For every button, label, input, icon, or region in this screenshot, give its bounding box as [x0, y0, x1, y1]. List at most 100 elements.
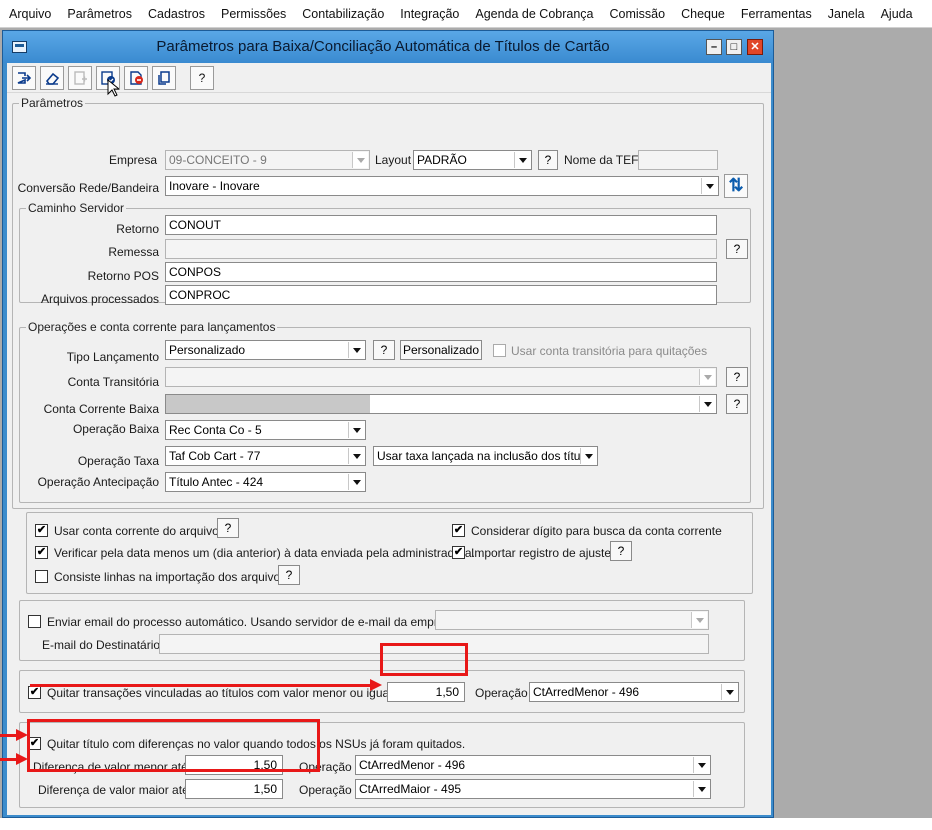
- usar-conta-help-button[interactable]: ?: [217, 518, 239, 538]
- verificar-checkbox[interactable]: ✔: [35, 546, 48, 559]
- layout-select[interactable]: PADRÃO: [413, 150, 532, 170]
- retorno-pos-input[interactable]: CONPOS: [165, 262, 717, 282]
- layout-help-button[interactable]: ?: [538, 150, 558, 170]
- quitar-label: Quitar transações vinculadas ao títulos …: [47, 686, 402, 700]
- nome-tef-label: Nome da TEF: [564, 153, 639, 167]
- menu-ferramentas[interactable]: Ferramentas: [741, 7, 812, 21]
- verificar-label: Verificar pela data menos um (dia anteri…: [54, 546, 475, 560]
- usar-conta-label: Usar conta corrente do arquivo: [54, 524, 219, 538]
- exit-icon[interactable]: [12, 66, 36, 90]
- destinatario-label: E-mail do Destinatário: [42, 638, 161, 652]
- menu-permissoes[interactable]: Permissões: [221, 7, 286, 21]
- enviar-email-checkbox[interactable]: [28, 615, 41, 628]
- chevron-down-icon: [699, 369, 715, 385]
- close-button[interactable]: ✕: [747, 39, 763, 55]
- new-document-icon[interactable]: [68, 66, 92, 90]
- sync-refresh-icon[interactable]: ⇅: [724, 174, 748, 198]
- tipo-lancamento-select[interactable]: Personalizado: [165, 340, 366, 360]
- delete-document-icon[interactable]: [124, 66, 148, 90]
- menu-janela[interactable]: Janela: [828, 7, 865, 21]
- operacao-baixa-select[interactable]: Rec Conta Co - 5: [165, 420, 366, 440]
- retorno-label: Retorno: [116, 222, 159, 236]
- considerar-checkbox[interactable]: ✔: [452, 524, 465, 537]
- operacao-antecipacao-label: Operação Antecipação: [37, 475, 159, 489]
- remessa-help-button[interactable]: ?: [726, 239, 748, 259]
- help-button[interactable]: ?: [190, 66, 214, 90]
- dialog-window: Parâmetros para Baixa/Conciliação Automá…: [2, 30, 774, 818]
- menu-cheque[interactable]: Cheque: [681, 7, 725, 21]
- menu-comissao[interactable]: Comissão: [610, 7, 666, 21]
- highlight-arrow-head: [370, 679, 382, 691]
- servidor-email-select[interactable]: [435, 610, 709, 630]
- chevron-down-icon: [348, 422, 364, 438]
- quitar-operacao-value: CtArredMenor - 496: [533, 685, 640, 699]
- arquivos-processados-input[interactable]: CONPROC: [165, 285, 717, 305]
- retorno-input[interactable]: CONOUT: [165, 215, 717, 235]
- highlight-arrow-head-menor: [16, 729, 28, 741]
- empresa-select[interactable]: 09-CONCEITO - 9: [165, 150, 370, 170]
- usar-taxa-select[interactable]: Usar taxa lançada na inclusão dos título: [373, 446, 598, 466]
- minimize-button[interactable]: –: [706, 39, 722, 55]
- usar-conta-checkbox[interactable]: ✔: [35, 524, 48, 537]
- menu-parametros[interactable]: Parâmetros: [67, 7, 132, 21]
- highlight-arrow-head-maior: [16, 753, 28, 765]
- conversao-select[interactable]: Inovare - Inovare: [165, 176, 719, 196]
- personalizado-button[interactable]: Personalizado: [400, 340, 482, 360]
- importar-help-button[interactable]: ?: [610, 541, 632, 561]
- menu-integracao[interactable]: Integração: [400, 7, 459, 21]
- copy-icon[interactable]: [152, 66, 176, 90]
- conta-transitoria-help-button[interactable]: ?: [726, 367, 748, 387]
- menu-agenda-cobranca[interactable]: Agenda de Cobrança: [475, 7, 593, 21]
- considerar-label: Considerar dígito para busca da conta co…: [471, 524, 722, 538]
- empresa-value: 09-CONCEITO - 9: [169, 153, 267, 167]
- remessa-label: Remessa: [108, 245, 159, 259]
- chevron-down-icon: [701, 178, 717, 194]
- quitar-valor-input[interactable]: 1,50: [387, 682, 465, 702]
- title-bar[interactable]: Parâmetros para Baixa/Conciliação Automá…: [3, 31, 773, 63]
- chevron-down-icon: [580, 448, 596, 464]
- tipo-help-button[interactable]: ?: [373, 340, 395, 360]
- diferenca-maior-operacao-select[interactable]: CtArredMaior - 495: [355, 779, 711, 799]
- usar-taxa-value: Usar taxa lançada na inclusão dos título: [377, 449, 590, 463]
- chevron-down-icon: [348, 342, 364, 358]
- operacao-antecipacao-select[interactable]: Título Antec - 424: [165, 472, 366, 492]
- mouse-cursor-icon: [107, 79, 119, 97]
- operacao-antecipacao-value: Título Antec - 424: [169, 475, 264, 489]
- diferenca-maior-label: Diferença de valor maior até: [38, 783, 189, 797]
- diferenca-maior-input[interactable]: 1,50: [185, 779, 283, 799]
- arquivos-processados-label: Arquivos processados: [40, 292, 159, 306]
- nome-tef-input[interactable]: [638, 150, 718, 170]
- menu-contabilizacao[interactable]: Contabilização: [302, 7, 384, 21]
- remessa-input[interactable]: [165, 239, 717, 259]
- importar-label: Importar registro de ajuste: [471, 546, 612, 560]
- enviar-email-label: Enviar email do processo automático. Usa…: [47, 615, 458, 629]
- menu-cadastros[interactable]: Cadastros: [148, 7, 205, 21]
- quitar-checkbox[interactable]: ✔: [28, 686, 41, 699]
- usar-transitoria-checkbox[interactable]: [493, 344, 506, 357]
- menu-ajuda[interactable]: Ajuda: [881, 7, 913, 21]
- window-app-icon: [12, 41, 27, 53]
- consiste-label: Consiste linhas na importação dos arquiv…: [54, 570, 287, 584]
- empresa-label: Empresa: [108, 153, 157, 167]
- chevron-down-icon: [514, 152, 530, 168]
- conta-transitoria-label: Conta Transitória: [67, 375, 159, 389]
- diferenca-maior-operacao-label: Operação: [299, 783, 352, 797]
- operacao-baixa-value: Rec Conta Co - 5: [169, 423, 262, 437]
- chevron-down-icon: [352, 152, 368, 168]
- consiste-checkbox[interactable]: [35, 570, 48, 583]
- quitar-operacao-select[interactable]: CtArredMenor - 496: [529, 682, 739, 702]
- operacao-taxa-select[interactable]: Taf Cob Cart - 77: [165, 446, 366, 466]
- menu-bar: Arquivo Parâmetros Cadastros Permissões …: [0, 0, 932, 28]
- eraser-icon[interactable]: [40, 66, 64, 90]
- diferenca-menor-operacao-select[interactable]: CtArredMenor - 496: [355, 755, 711, 775]
- menu-arquivo[interactable]: Arquivo: [9, 7, 51, 21]
- consiste-help-button[interactable]: ?: [278, 565, 300, 585]
- conta-corrente-help-button[interactable]: ?: [726, 394, 748, 414]
- status-strip: [0, 818, 932, 830]
- chevron-down-icon: [721, 684, 737, 700]
- usar-transitoria-label: Usar conta transitória para quitações: [511, 344, 708, 358]
- importar-checkbox[interactable]: ✔: [452, 546, 465, 559]
- operacoes-legend: Operações e conta corrente para lançamen…: [26, 320, 278, 334]
- maximize-button[interactable]: □: [726, 39, 742, 55]
- conta-transitoria-select[interactable]: [165, 367, 717, 387]
